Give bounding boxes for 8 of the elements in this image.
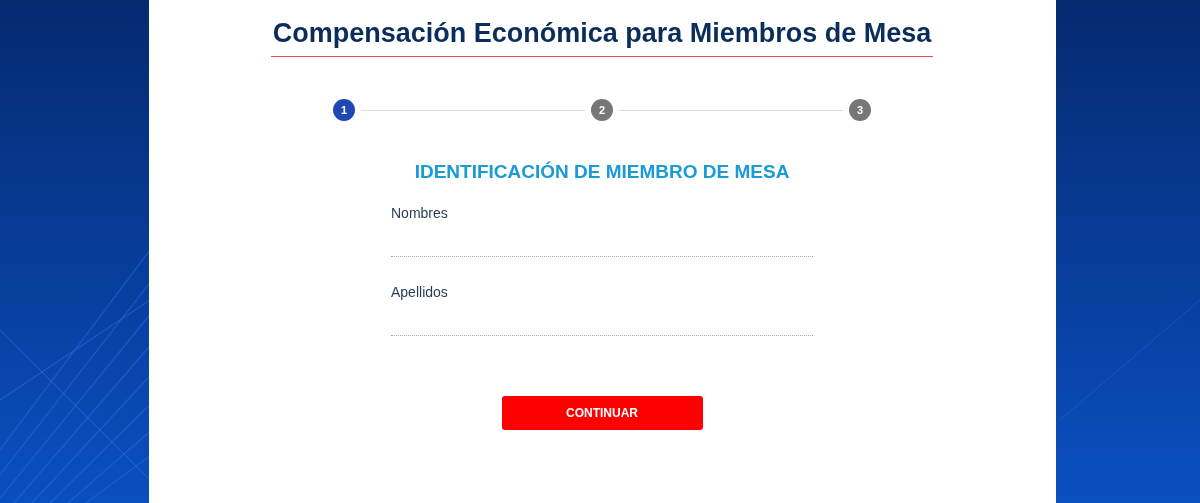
step-indicator[interactable]: 2	[591, 99, 613, 121]
continue-button[interactable]: CONTINUAR	[501, 396, 703, 430]
field-label: Apellidos	[391, 284, 449, 300]
section-heading: IDENTIFICACIÓN DE MIEMBRO DE MESA	[414, 161, 790, 183]
field-label: Nombres	[391, 205, 449, 221]
step-indicator[interactable]: 1	[333, 99, 355, 121]
step-indicator[interactable]: 3	[849, 99, 871, 121]
page-title: Compensación Económica para Miembros de Mesa	[270, 18, 934, 57]
